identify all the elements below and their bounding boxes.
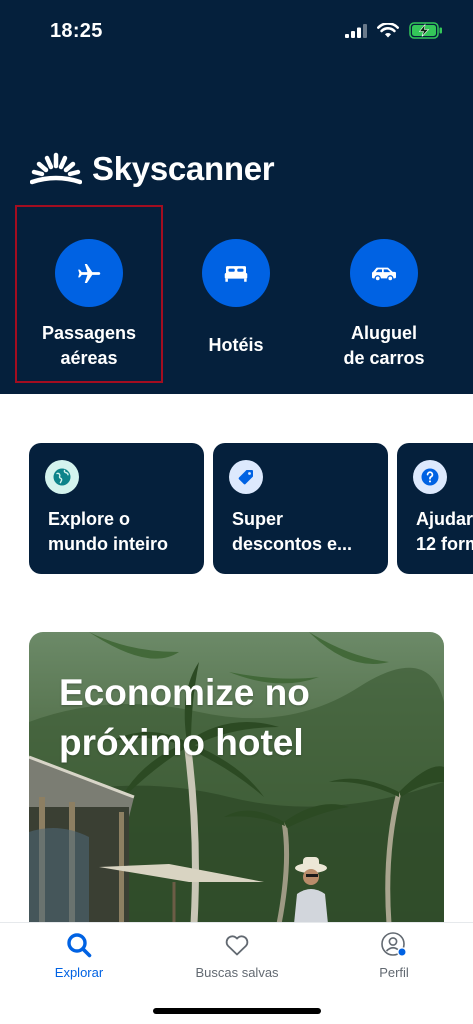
home-indicator [153, 1008, 321, 1014]
card-explore-label: Explore o mundo inteiro [48, 509, 168, 554]
search-icon [67, 933, 92, 958]
status-bar: 18:25 [0, 0, 473, 62]
status-time: 18:25 [50, 20, 103, 42]
tag-icon [238, 470, 253, 485]
category-car-rental-label: Aluguel de carros [343, 323, 425, 368]
profile-icon [381, 932, 407, 957]
tab-profile[interactable]: Perfil [315, 931, 473, 980]
globe-icon [53, 468, 71, 486]
hotel-promo-banner[interactable]: Economize no próximo hotel [29, 632, 444, 924]
card-explore-icon-circle [45, 460, 79, 494]
promo-title: Economize no próximo hotel [59, 672, 310, 763]
header: 18:25 Skyscanner Passagens aéreas Hotéis… [0, 0, 473, 394]
skyscanner-logo: Skyscanner [30, 150, 275, 188]
status-icons [345, 22, 443, 39]
category-hotels-label: Hotéis [208, 335, 264, 355]
card-explore-everywhere[interactable]: Explore o mundo inteiro [29, 443, 204, 574]
card-help[interactable]: Ajudar 12 form [397, 443, 473, 574]
quick-cards-carousel[interactable]: Explore o mundo inteiro Super descontos … [29, 443, 473, 574]
cellular-signal-icon [345, 23, 367, 38]
question-icon [421, 468, 439, 486]
category-nav: Passagens aéreas Hotéis Aluguel de carro… [0, 205, 473, 385]
card-help-label: Ajudar 12 form [416, 509, 473, 554]
category-hotels[interactable]: Hotéis [162, 207, 310, 385]
brand-name: Skyscanner [92, 150, 275, 187]
card-deals-icon-circle [229, 460, 263, 494]
tab-profile-label: Perfil [379, 965, 409, 980]
tab-saved-searches-label: Buscas salvas [195, 965, 279, 980]
tab-explore-label: Explorar [54, 965, 104, 980]
car-icon [372, 267, 396, 282]
category-car-rental[interactable]: Aluguel de carros [310, 207, 458, 385]
car-icon-circle [350, 239, 418, 307]
bed-icon [224, 266, 248, 282]
flights-icon-circle [55, 239, 123, 307]
wifi-icon [377, 22, 399, 37]
category-flights[interactable]: Passagens aéreas [15, 205, 163, 383]
card-super-deals[interactable]: Super descontos e... [213, 443, 388, 574]
plane-icon [78, 264, 101, 283]
category-flights-label: Passagens aéreas [41, 323, 137, 368]
tab-saved-searches[interactable]: Buscas salvas [158, 931, 316, 980]
battery-charging-icon [409, 22, 442, 39]
heart-icon [225, 935, 249, 956]
card-deals-label: Super descontos e... [232, 509, 353, 554]
tab-explore[interactable]: Explorar [0, 931, 158, 980]
card-help-icon-circle [413, 460, 447, 494]
sunrise-logo-icon [30, 152, 82, 185]
hotels-icon-circle [202, 239, 270, 307]
